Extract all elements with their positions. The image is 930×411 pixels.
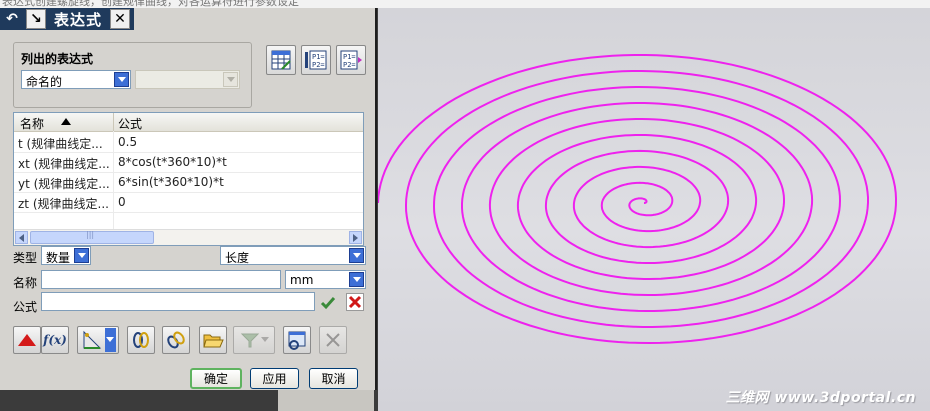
expression-dialog: ↶ ↘ 表达式 ✕ 列出的表达式 命名的 P1= P2= P1= P2= 名称 … xyxy=(0,8,377,390)
scroll-grip: ||| xyxy=(86,230,95,239)
horizontal-scrollbar[interactable]: ||| xyxy=(14,229,363,245)
listed-expressions-group: 列出的表达式 命名的 xyxy=(13,42,252,108)
row-name: t (规律曲线定... xyxy=(18,137,103,151)
column-header-formula[interactable]: 公式 xyxy=(118,115,142,132)
open-file-button[interactable] xyxy=(199,326,227,354)
chevron-down-icon xyxy=(223,72,238,87)
unit-select[interactable]: mm xyxy=(285,270,366,289)
chevron-down-icon[interactable] xyxy=(104,328,116,352)
window-select-icon xyxy=(288,331,306,350)
row-formula: 0.5 xyxy=(118,135,138,149)
select-in-window-button[interactable] xyxy=(283,326,311,354)
table-row[interactable]: xt (规律曲线定... 8*cos(t*360*10)*t xyxy=(14,152,363,173)
type-value: 数量 xyxy=(46,251,71,265)
table-row[interactable]: zt (规律曲线定... 0 xyxy=(14,192,363,213)
delete-x-icon xyxy=(326,333,340,347)
row-formula: 6*sin(t*360*10)*t xyxy=(118,175,224,189)
cancel-button[interactable]: 取消 xyxy=(309,368,358,389)
sort-ascending-icon xyxy=(61,118,71,125)
dimension-select[interactable]: 长度 xyxy=(220,246,366,265)
listed-secondary-select xyxy=(135,70,240,89)
type-select[interactable]: 数量 xyxy=(41,246,91,265)
scroll-right-icon[interactable] xyxy=(349,231,362,244)
dialog-titlebar[interactable]: ↶ ↘ 表达式 ✕ xyxy=(0,8,134,30)
graphics-viewport[interactable]: 三维网 www.3dportal.cn xyxy=(378,8,930,411)
row-formula: 8*cos(t*360*10)*t xyxy=(118,155,227,169)
spreadsheet-edit-button[interactable] xyxy=(266,45,296,75)
unit-value: mm xyxy=(290,273,314,287)
spreadsheet-icon xyxy=(271,50,291,70)
ok-button[interactable]: 确定 xyxy=(190,368,242,389)
back-icon[interactable]: ↶ xyxy=(2,9,22,29)
reference-link-button[interactable] xyxy=(127,326,155,354)
column-divider[interactable] xyxy=(113,113,114,131)
close-icon[interactable]: ✕ xyxy=(110,9,131,29)
reject-x-icon[interactable] xyxy=(346,293,364,311)
formula-label: 公式 xyxy=(13,300,38,314)
background-window-strip: 表达式创建螺旋线，创建规律曲线，对各运算符进行参数设定 xyxy=(0,0,930,8)
listed-filter-select[interactable]: 命名的 xyxy=(21,70,131,89)
table-header: 名称 公式 xyxy=(14,113,363,132)
row-name: xt (规律曲线定... xyxy=(18,157,110,171)
folder-open-icon xyxy=(203,334,224,348)
pin-icon[interactable]: ↘ xyxy=(26,9,46,29)
measure-distance-button[interactable] xyxy=(77,326,119,354)
fx-icon: f(x) xyxy=(43,333,67,347)
delete-button xyxy=(319,326,347,354)
row-name: zt (规律曲线定... xyxy=(18,197,109,211)
spiral-curve[interactable] xyxy=(378,54,898,345)
chain-link-button[interactable] xyxy=(162,326,190,354)
accept-check-icon[interactable] xyxy=(320,295,336,311)
export-parameters-button[interactable]: P1= P2= xyxy=(336,45,366,75)
row-name: yt (规律曲线定... xyxy=(18,177,110,191)
table-row[interactable]: yt (规律曲线定... 6*sin(t*360*10)*t xyxy=(14,172,363,193)
listed-filter-value: 命名的 xyxy=(26,75,63,89)
red-triangle-icon xyxy=(18,334,36,346)
chevron-down-icon[interactable] xyxy=(74,248,89,263)
filter-dropdown-button xyxy=(233,326,275,354)
chain-link-icon xyxy=(167,331,185,349)
dialog-title: 表达式 xyxy=(54,10,103,29)
spiral-canvas xyxy=(378,54,898,345)
column-header-name[interactable]: 名称 xyxy=(20,115,44,132)
measure-icon xyxy=(83,330,101,349)
listed-expressions-label: 列出的表达式 xyxy=(21,52,94,66)
chevron-down-icon[interactable] xyxy=(114,72,129,87)
function-button[interactable]: f(x) xyxy=(41,326,69,354)
svg-text:P2=: P2= xyxy=(343,61,356,69)
import-parameters-button[interactable]: P1= P2= xyxy=(301,45,331,75)
background-toolbar-strip xyxy=(278,390,374,411)
export-p1-p2-icon: P1= P2= xyxy=(340,50,362,70)
filter-icon xyxy=(240,333,259,348)
row-formula: 0 xyxy=(118,195,126,209)
scroll-thumb[interactable]: ||| xyxy=(30,230,154,244)
link-icon xyxy=(133,332,149,348)
svg-text:P1=: P1= xyxy=(343,53,356,61)
chevron-down-icon[interactable] xyxy=(349,272,364,287)
type-label: 类型 xyxy=(13,251,38,265)
collapse-button[interactable] xyxy=(13,326,41,354)
svg-text:P1=: P1= xyxy=(312,53,325,61)
name-field[interactable] xyxy=(41,270,281,289)
watermark: 三维网 www.3dportal.cn xyxy=(725,390,916,406)
formula-field[interactable] xyxy=(41,292,315,311)
chevron-down-icon xyxy=(261,328,270,352)
table-row[interactable]: t (规律曲线定... 0.5 xyxy=(14,132,363,153)
dimension-value: 长度 xyxy=(225,251,250,265)
chevron-down-icon[interactable] xyxy=(349,248,364,263)
apply-button[interactable]: 应用 xyxy=(250,368,299,389)
name-label: 名称 xyxy=(13,276,38,290)
expressions-table[interactable]: 名称 公式 t (规律曲线定... 0.5 xt (规律曲线定... 8*cos… xyxy=(13,112,364,246)
svg-text:P2=: P2= xyxy=(312,61,325,69)
import-p1-p2-icon: P1= P2= xyxy=(305,50,327,70)
scroll-left-icon[interactable] xyxy=(15,231,28,244)
background-caption: 表达式创建螺旋线，创建规律曲线，对各运算符进行参数设定 xyxy=(2,0,299,8)
